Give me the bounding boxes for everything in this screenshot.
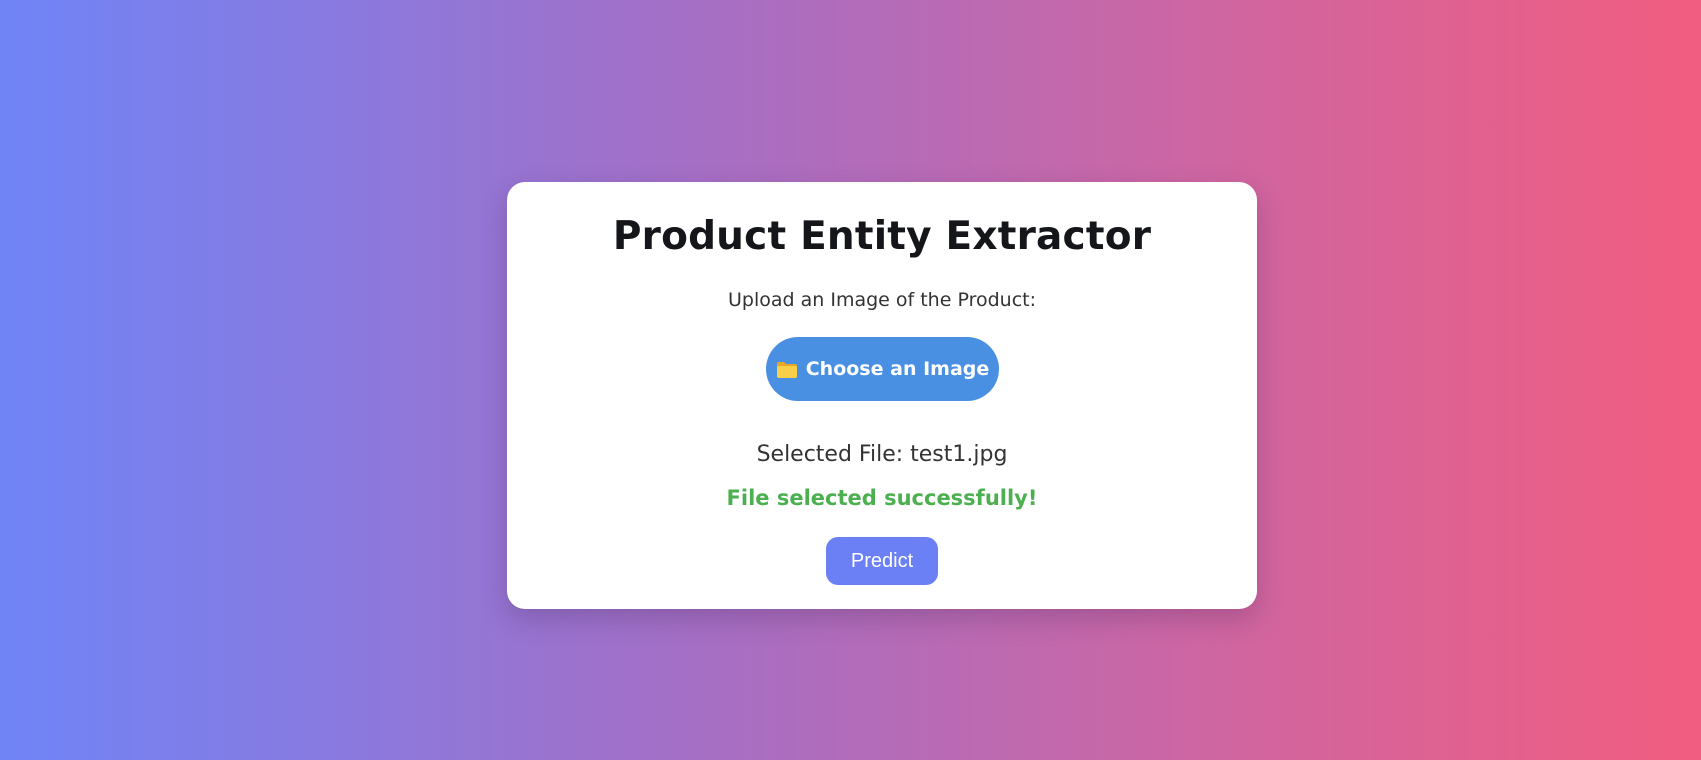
folder-icon xyxy=(776,361,798,379)
choose-image-label: Choose an Image xyxy=(805,358,990,380)
upload-label: Upload an Image of the Product: xyxy=(728,289,1036,311)
upload-card: Product Entity Extractor Upload an Image… xyxy=(507,182,1257,609)
status-message: File selected successfully! xyxy=(726,486,1038,510)
choose-image-button[interactable]: Choose an Image xyxy=(766,337,999,401)
predict-button[interactable]: Predict xyxy=(826,537,938,585)
selected-file-text: Selected File: test1.jpg xyxy=(756,442,1008,467)
page-title: Product Entity Extractor xyxy=(612,214,1152,259)
